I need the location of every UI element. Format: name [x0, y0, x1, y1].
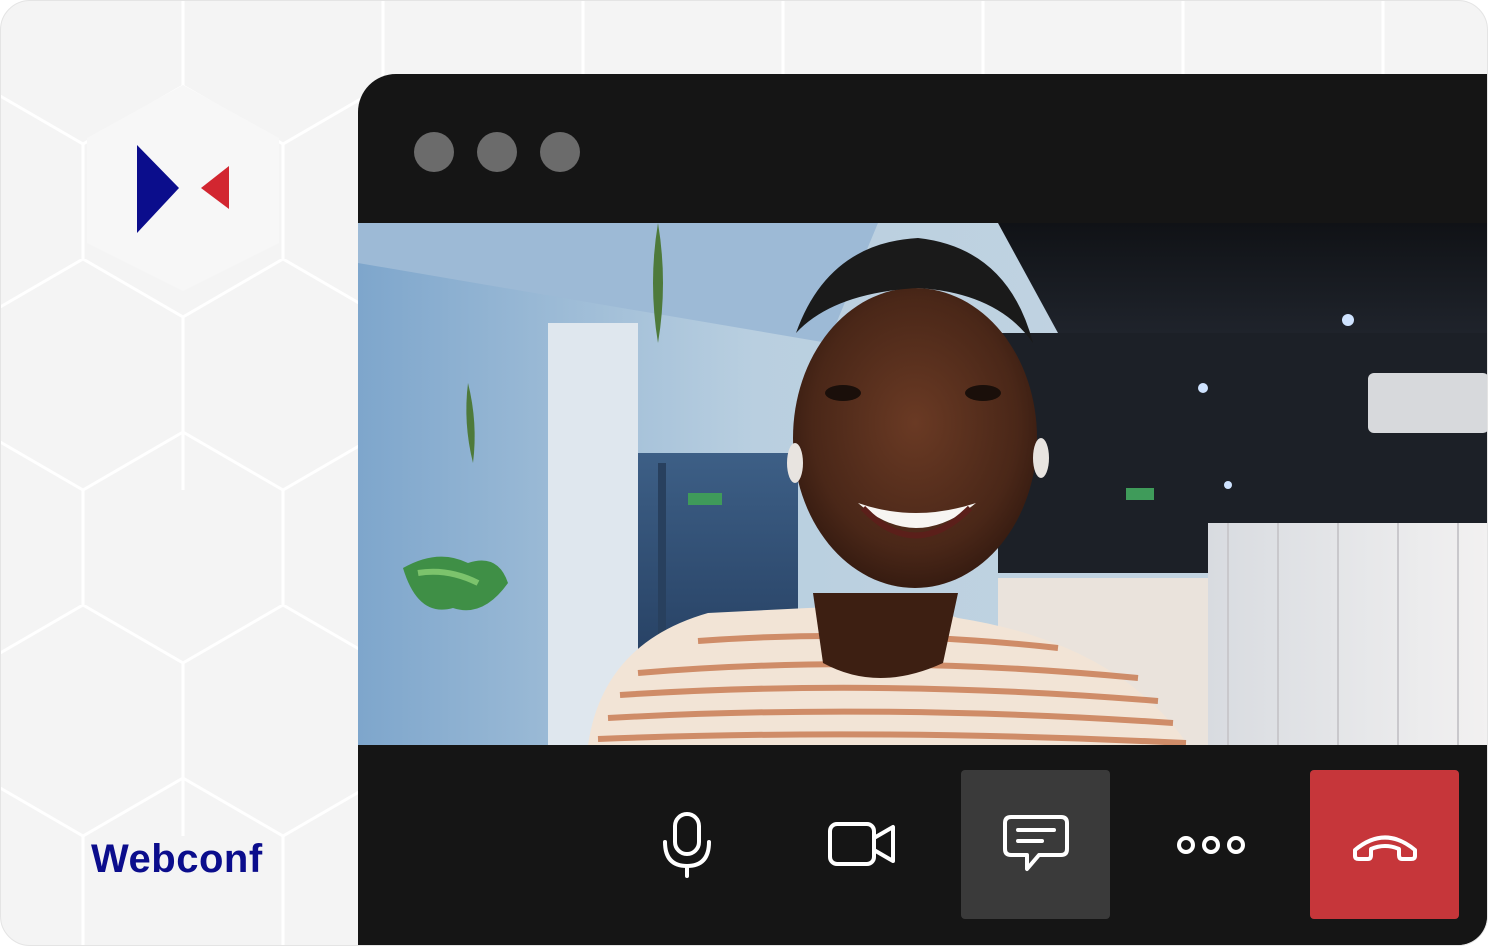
chat-button[interactable] — [961, 770, 1110, 919]
brand-name: Webconf — [91, 837, 263, 881]
call-control-bar — [358, 745, 1487, 945]
video-call-window — [358, 74, 1487, 945]
end-call-button[interactable] — [1310, 770, 1459, 919]
end-call-icon — [1352, 835, 1417, 861]
more-options-icon — [1176, 835, 1245, 854]
brand-logo — [87, 85, 279, 291]
window-dot-minimize[interactable] — [477, 132, 517, 172]
microphone-icon — [662, 811, 711, 878]
camera-icon — [827, 821, 895, 866]
camera-button[interactable] — [787, 770, 936, 919]
window-dot-close[interactable] — [414, 132, 454, 172]
more-options-button[interactable] — [1136, 770, 1285, 919]
window-dot-maximize[interactable] — [540, 132, 580, 172]
participant-video — [358, 223, 1487, 745]
mute-button[interactable] — [612, 770, 761, 919]
app-card: Webconf — [0, 0, 1488, 946]
chat-icon — [1002, 814, 1069, 871]
